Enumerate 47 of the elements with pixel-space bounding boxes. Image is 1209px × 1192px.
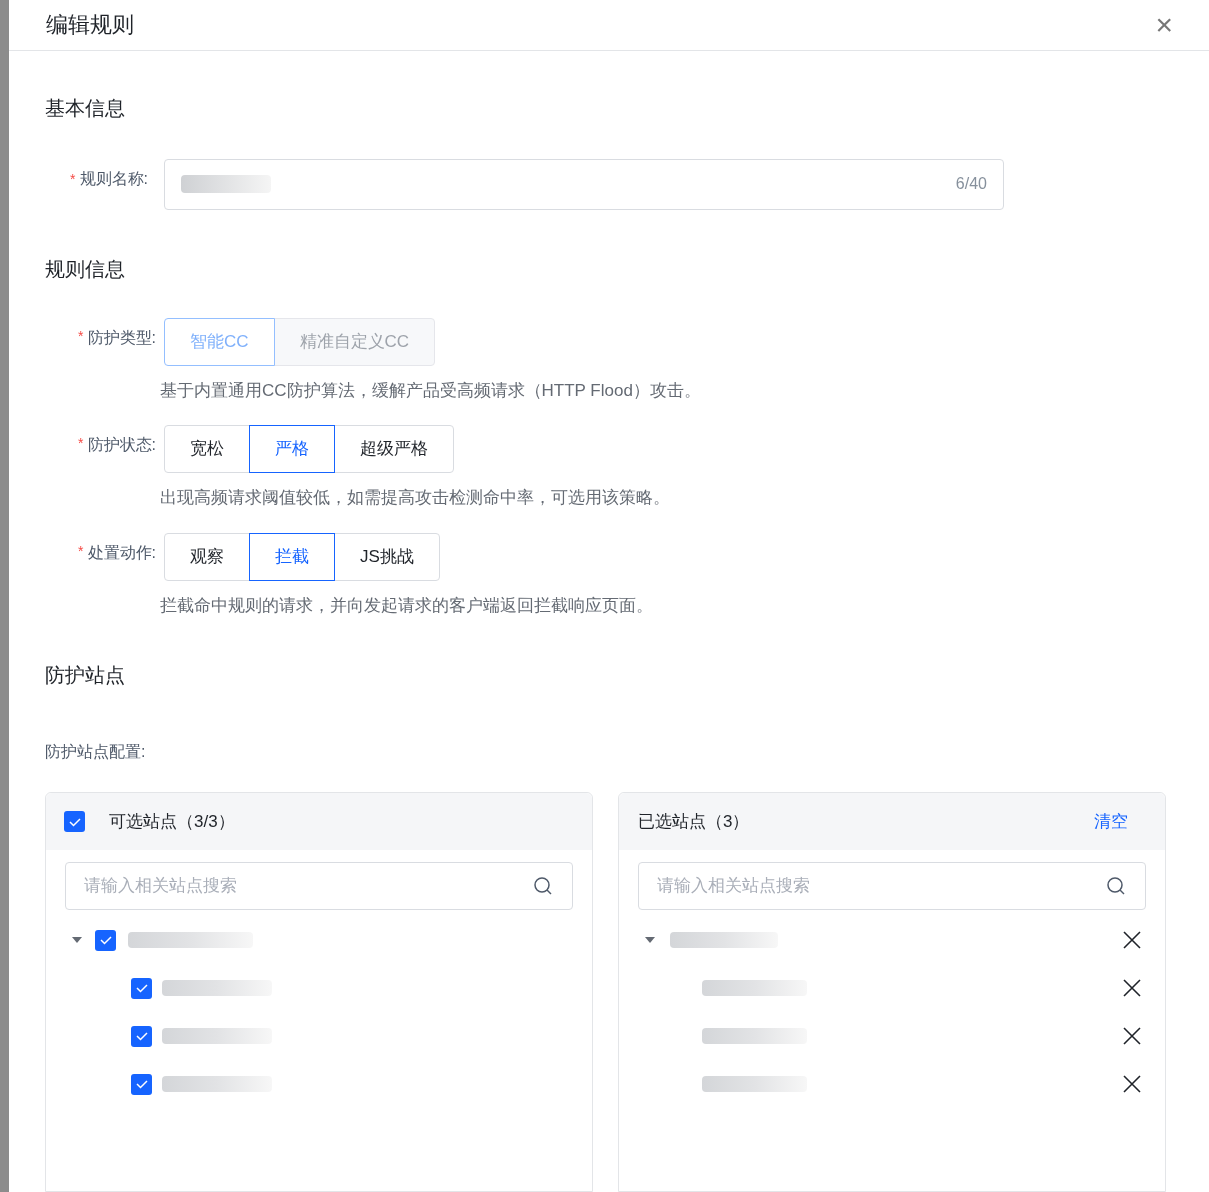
segment-option[interactable]: 超级严格	[334, 425, 454, 473]
search-icon	[1106, 876, 1126, 896]
caret-icon[interactable]	[71, 936, 83, 944]
field-label: 防护类型:	[87, 327, 156, 348]
checkbox[interactable]	[95, 929, 116, 951]
section-title: 规则信息	[45, 256, 126, 282]
required-mark: *	[70, 169, 76, 189]
field-label: 规则名称:	[79, 169, 148, 189]
clear-link[interactable]: 清空	[1094, 808, 1128, 835]
close-icon[interactable]	[1123, 1075, 1141, 1093]
dialog-title: 编辑规则	[46, 11, 134, 40]
segment-option[interactable]: JS挑战	[334, 532, 440, 581]
required-mark: *	[78, 434, 84, 453]
section-title: 防护站点	[45, 663, 126, 688]
panel-title: 已选站点（3）	[638, 810, 750, 833]
checkmark-icon	[134, 981, 149, 995]
section-title: 基本信息	[45, 95, 126, 121]
checkbox[interactable]	[131, 1073, 152, 1095]
field-label: 防护状态:	[87, 435, 156, 455]
rule-name-field[interactable]: 6/40	[164, 158, 1004, 210]
segment-option[interactable]: 观察	[164, 532, 250, 581]
panel-title: 可选站点（3/3）	[109, 810, 235, 833]
checkbox[interactable]	[131, 977, 152, 999]
hint-text: 拦截命中规则的请求，并向发起请求的客户端返回拦截响应页面。	[160, 594, 654, 617]
checkbox[interactable]	[64, 811, 85, 832]
checkbox[interactable]	[131, 1025, 152, 1047]
hint-text: 基于内置通用CC防护算法，缓解产品受高频请求（HTTP Flood）攻击。	[160, 379, 702, 402]
character-count: 6/40	[955, 174, 987, 194]
checkmark-icon	[98, 933, 113, 947]
checkmark-icon	[134, 1077, 149, 1091]
close-icon[interactable]	[1123, 1027, 1141, 1045]
hint-text: 出现高频请求阈值较低，如需提高攻击检测命中率，可选用该策略。	[160, 487, 671, 509]
caret-icon[interactable]	[644, 936, 656, 944]
field-label: 防护站点配置:	[45, 742, 147, 762]
segment-option[interactable]: 宽松	[164, 425, 250, 473]
search-icon	[533, 876, 553, 896]
field-label: 处置动作:	[87, 542, 156, 563]
search-field[interactable]: 请输入相关站点搜索	[638, 862, 1146, 910]
segment-option[interactable]: 拦截	[249, 532, 335, 581]
checkmark-icon	[134, 1029, 149, 1043]
required-mark: *	[78, 326, 84, 346]
search-field[interactable]: 请输入相关站点搜索	[65, 862, 573, 910]
close-icon[interactable]	[1123, 979, 1141, 997]
required-mark: *	[78, 541, 84, 561]
segment-option[interactable]: 严格	[249, 425, 335, 473]
close-button[interactable]: ×	[1155, 9, 1173, 40]
close-icon[interactable]	[1123, 931, 1141, 949]
